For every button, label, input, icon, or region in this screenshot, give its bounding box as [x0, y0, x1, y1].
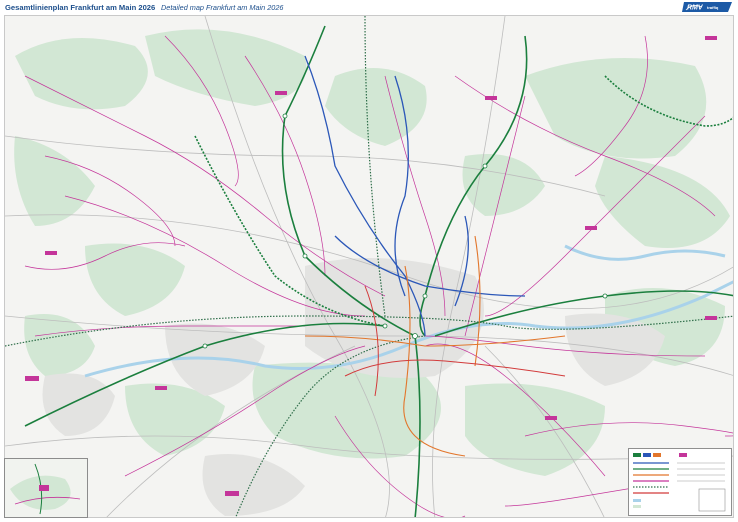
- map-canvas: [5, 16, 733, 517]
- forest-areas: [14, 29, 730, 476]
- inset-map: [4, 458, 88, 518]
- rmv-logo: RMV traffiq: [682, 2, 732, 12]
- legend-canvas: [633, 453, 726, 512]
- network-map[interactable]: [4, 15, 734, 518]
- header: Gesamtlinienplan Frankfurt am Main 2026 …: [0, 0, 738, 16]
- map-legend: [628, 448, 732, 516]
- legend-symbols: [633, 453, 726, 512]
- page-subtitle: Detailed map Frankfurt am Main 2026: [161, 3, 284, 12]
- map-page: Gesamtlinienplan Frankfurt am Main 2026 …: [0, 0, 738, 522]
- logo-tagline: traffiq: [707, 5, 719, 10]
- page-title: Gesamtlinienplan Frankfurt am Main 2026: [5, 3, 156, 12]
- logo-text: RMV: [687, 5, 704, 12]
- inset-canvas: [10, 463, 81, 515]
